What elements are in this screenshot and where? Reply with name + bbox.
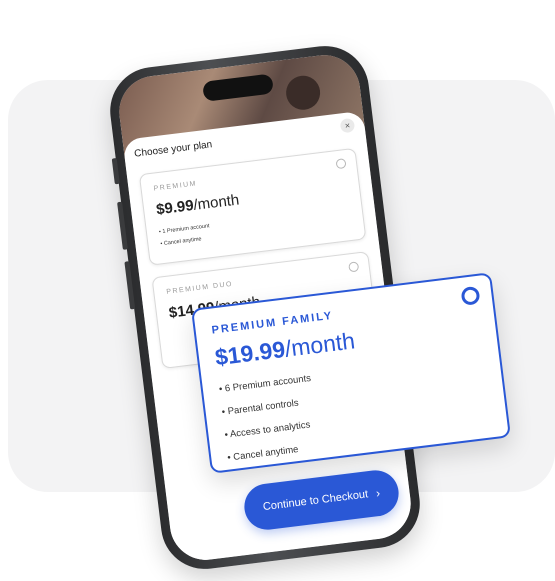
plan-name: PREMIUM [153, 180, 198, 193]
plan-price: $9.99/month [155, 191, 241, 219]
radio-button-selected[interactable] [460, 285, 481, 306]
radio-button[interactable] [335, 158, 347, 170]
plan-feature: • Parental controls [221, 397, 300, 418]
sheet-title: Choose your plan [133, 139, 213, 160]
plan-name: PREMIUM DUO [165, 280, 234, 296]
chevron-right-icon: › [375, 485, 381, 501]
plan-price: $19.99/month [213, 327, 357, 371]
plan-feature: • 6 Premium accounts [218, 372, 312, 396]
plan-feature: • Cancel anytime [160, 236, 202, 248]
plan-card-premium[interactable]: PREMIUM $9.99/month • 1 Premium account … [138, 147, 367, 266]
checkout-label: Continue to Checkout [262, 488, 369, 514]
plan-feature: • Cancel anytime [226, 444, 300, 464]
close-icon[interactable]: × [339, 117, 356, 134]
plan-feature: • 1 Premium account [158, 223, 210, 236]
plan-feature: • Access to analytics [223, 419, 311, 441]
radio-button[interactable] [348, 261, 360, 273]
